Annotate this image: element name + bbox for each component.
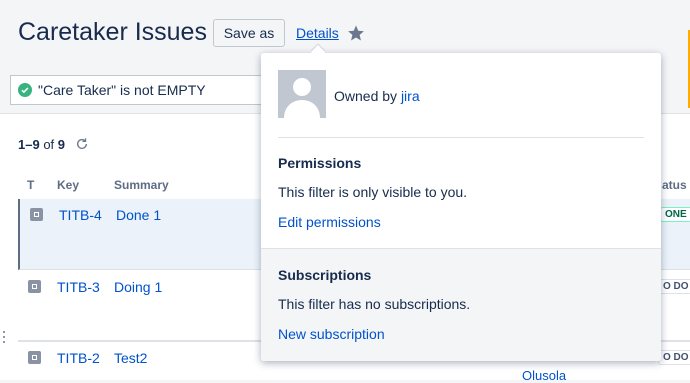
jql-filter-box[interactable]: "Care Taker" is not EMPTY — [10, 75, 268, 105]
task-icon — [28, 351, 41, 364]
star-icon[interactable] — [347, 24, 365, 42]
results-count: 1–9 of 9 — [18, 137, 66, 152]
column-header-key[interactable]: Key — [57, 178, 79, 192]
section-divider — [261, 248, 661, 249]
issue-key[interactable]: TITB-2 — [57, 350, 100, 366]
new-subscription-link[interactable]: New subscription — [278, 326, 385, 342]
status-badge: ONE — [660, 207, 690, 222]
default-avatar-icon — [278, 70, 326, 118]
status-badge: O DO — [658, 279, 690, 294]
jql-query-text: "Care Taker" is not EMPTY — [38, 82, 206, 98]
task-icon — [28, 280, 41, 293]
assignee-link[interactable]: Olusola — [522, 368, 566, 383]
column-header-type[interactable]: T — [27, 178, 34, 192]
owner-avatar — [278, 70, 326, 118]
column-header-status[interactable]: atus — [662, 178, 687, 192]
status-badge: O DO — [658, 350, 690, 365]
save-as-button[interactable]: Save as — [213, 19, 285, 47]
subscriptions-text: This filter has no subscriptions. — [278, 296, 471, 312]
task-icon — [30, 208, 43, 221]
edit-permissions-link[interactable]: Edit permissions — [278, 214, 381, 230]
issue-key[interactable]: TITB-4 — [59, 207, 102, 223]
issue-key[interactable]: TITB-3 — [57, 279, 100, 295]
owner-link[interactable]: jira — [401, 88, 420, 104]
permissions-heading: Permissions — [278, 155, 362, 171]
details-link[interactable]: Details — [296, 25, 339, 41]
column-header-summary[interactable]: Summary — [114, 178, 169, 192]
owner-line: Owned by jira — [334, 88, 420, 104]
issue-summary[interactable]: Doing 1 — [114, 279, 162, 295]
refresh-icon[interactable] — [75, 137, 89, 151]
filter-details-popup: Owned by jira Permissions This filter is… — [261, 44, 661, 361]
subscriptions-heading: Subscriptions — [278, 267, 372, 283]
check-circle-icon — [18, 83, 32, 97]
permissions-text: This filter is only visible to you. — [278, 184, 468, 200]
divider — [278, 137, 644, 138]
drag-handle-icon[interactable] — [2, 330, 6, 344]
issue-summary[interactable]: Test2 — [114, 350, 147, 366]
page-title: Caretaker Issues — [18, 18, 207, 46]
issue-summary[interactable]: Done 1 — [116, 207, 161, 223]
